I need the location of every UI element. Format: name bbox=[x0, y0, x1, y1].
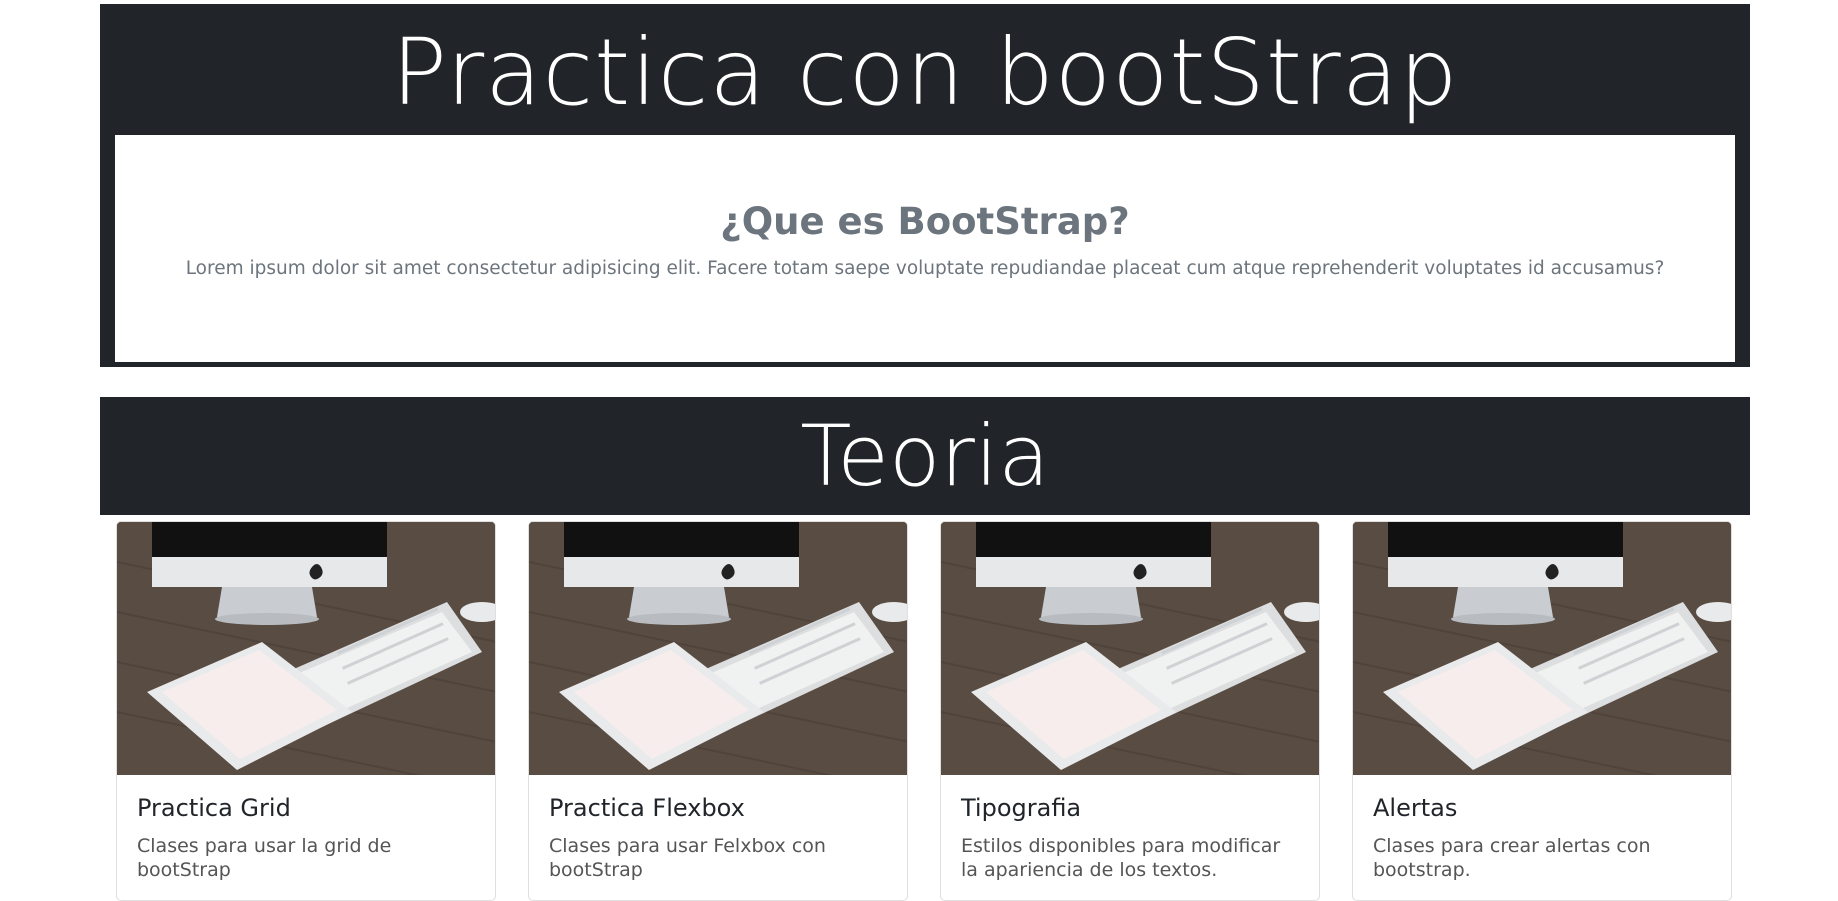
card-title: Alertas bbox=[1373, 794, 1458, 822]
intro-text: Lorem ipsum dolor sit amet consectetur a… bbox=[185, 258, 1665, 279]
card-practica-grid[interactable]: Practica Grid Clases para usar la grid d… bbox=[116, 521, 496, 901]
card-image bbox=[941, 522, 1319, 775]
card-image bbox=[1353, 522, 1731, 775]
intro-card: ¿Que es BootStrap? Lorem ipsum dolor sit… bbox=[115, 135, 1735, 362]
page-title: Practica con bootStrap bbox=[391, 19, 1459, 126]
card-text: Clases para usar Felxbox con bootStrap bbox=[549, 835, 826, 881]
card-text: Clases para usar la grid de bootStrap bbox=[137, 835, 392, 881]
section-title: Teoria bbox=[800, 407, 1050, 505]
card-practica-flexbox[interactable]: Practica Flexbox Clases para usar Felxbo… bbox=[528, 521, 908, 901]
card-image bbox=[117, 522, 495, 775]
card-title: Practica Grid bbox=[137, 794, 291, 822]
card-image bbox=[529, 522, 907, 775]
card-text: Clases para crear alertas con bootstrap. bbox=[1373, 835, 1651, 881]
card-alertas[interactable]: Alertas Clases para crear alertas con bo… bbox=[1352, 521, 1732, 901]
section-header: Teoria bbox=[100, 397, 1750, 515]
card-title: Tipografia bbox=[961, 794, 1082, 822]
hero-jumbotron: Practica con bootStrap ¿Que es BootStrap… bbox=[100, 4, 1750, 367]
intro-heading: ¿Que es BootStrap? bbox=[720, 200, 1130, 243]
card-text: Estilos disponibles para modificar la ap… bbox=[961, 835, 1281, 881]
card-title: Practica Flexbox bbox=[549, 794, 745, 822]
card-tipografia[interactable]: Tipografia Estilos disponibles para modi… bbox=[940, 521, 1320, 901]
